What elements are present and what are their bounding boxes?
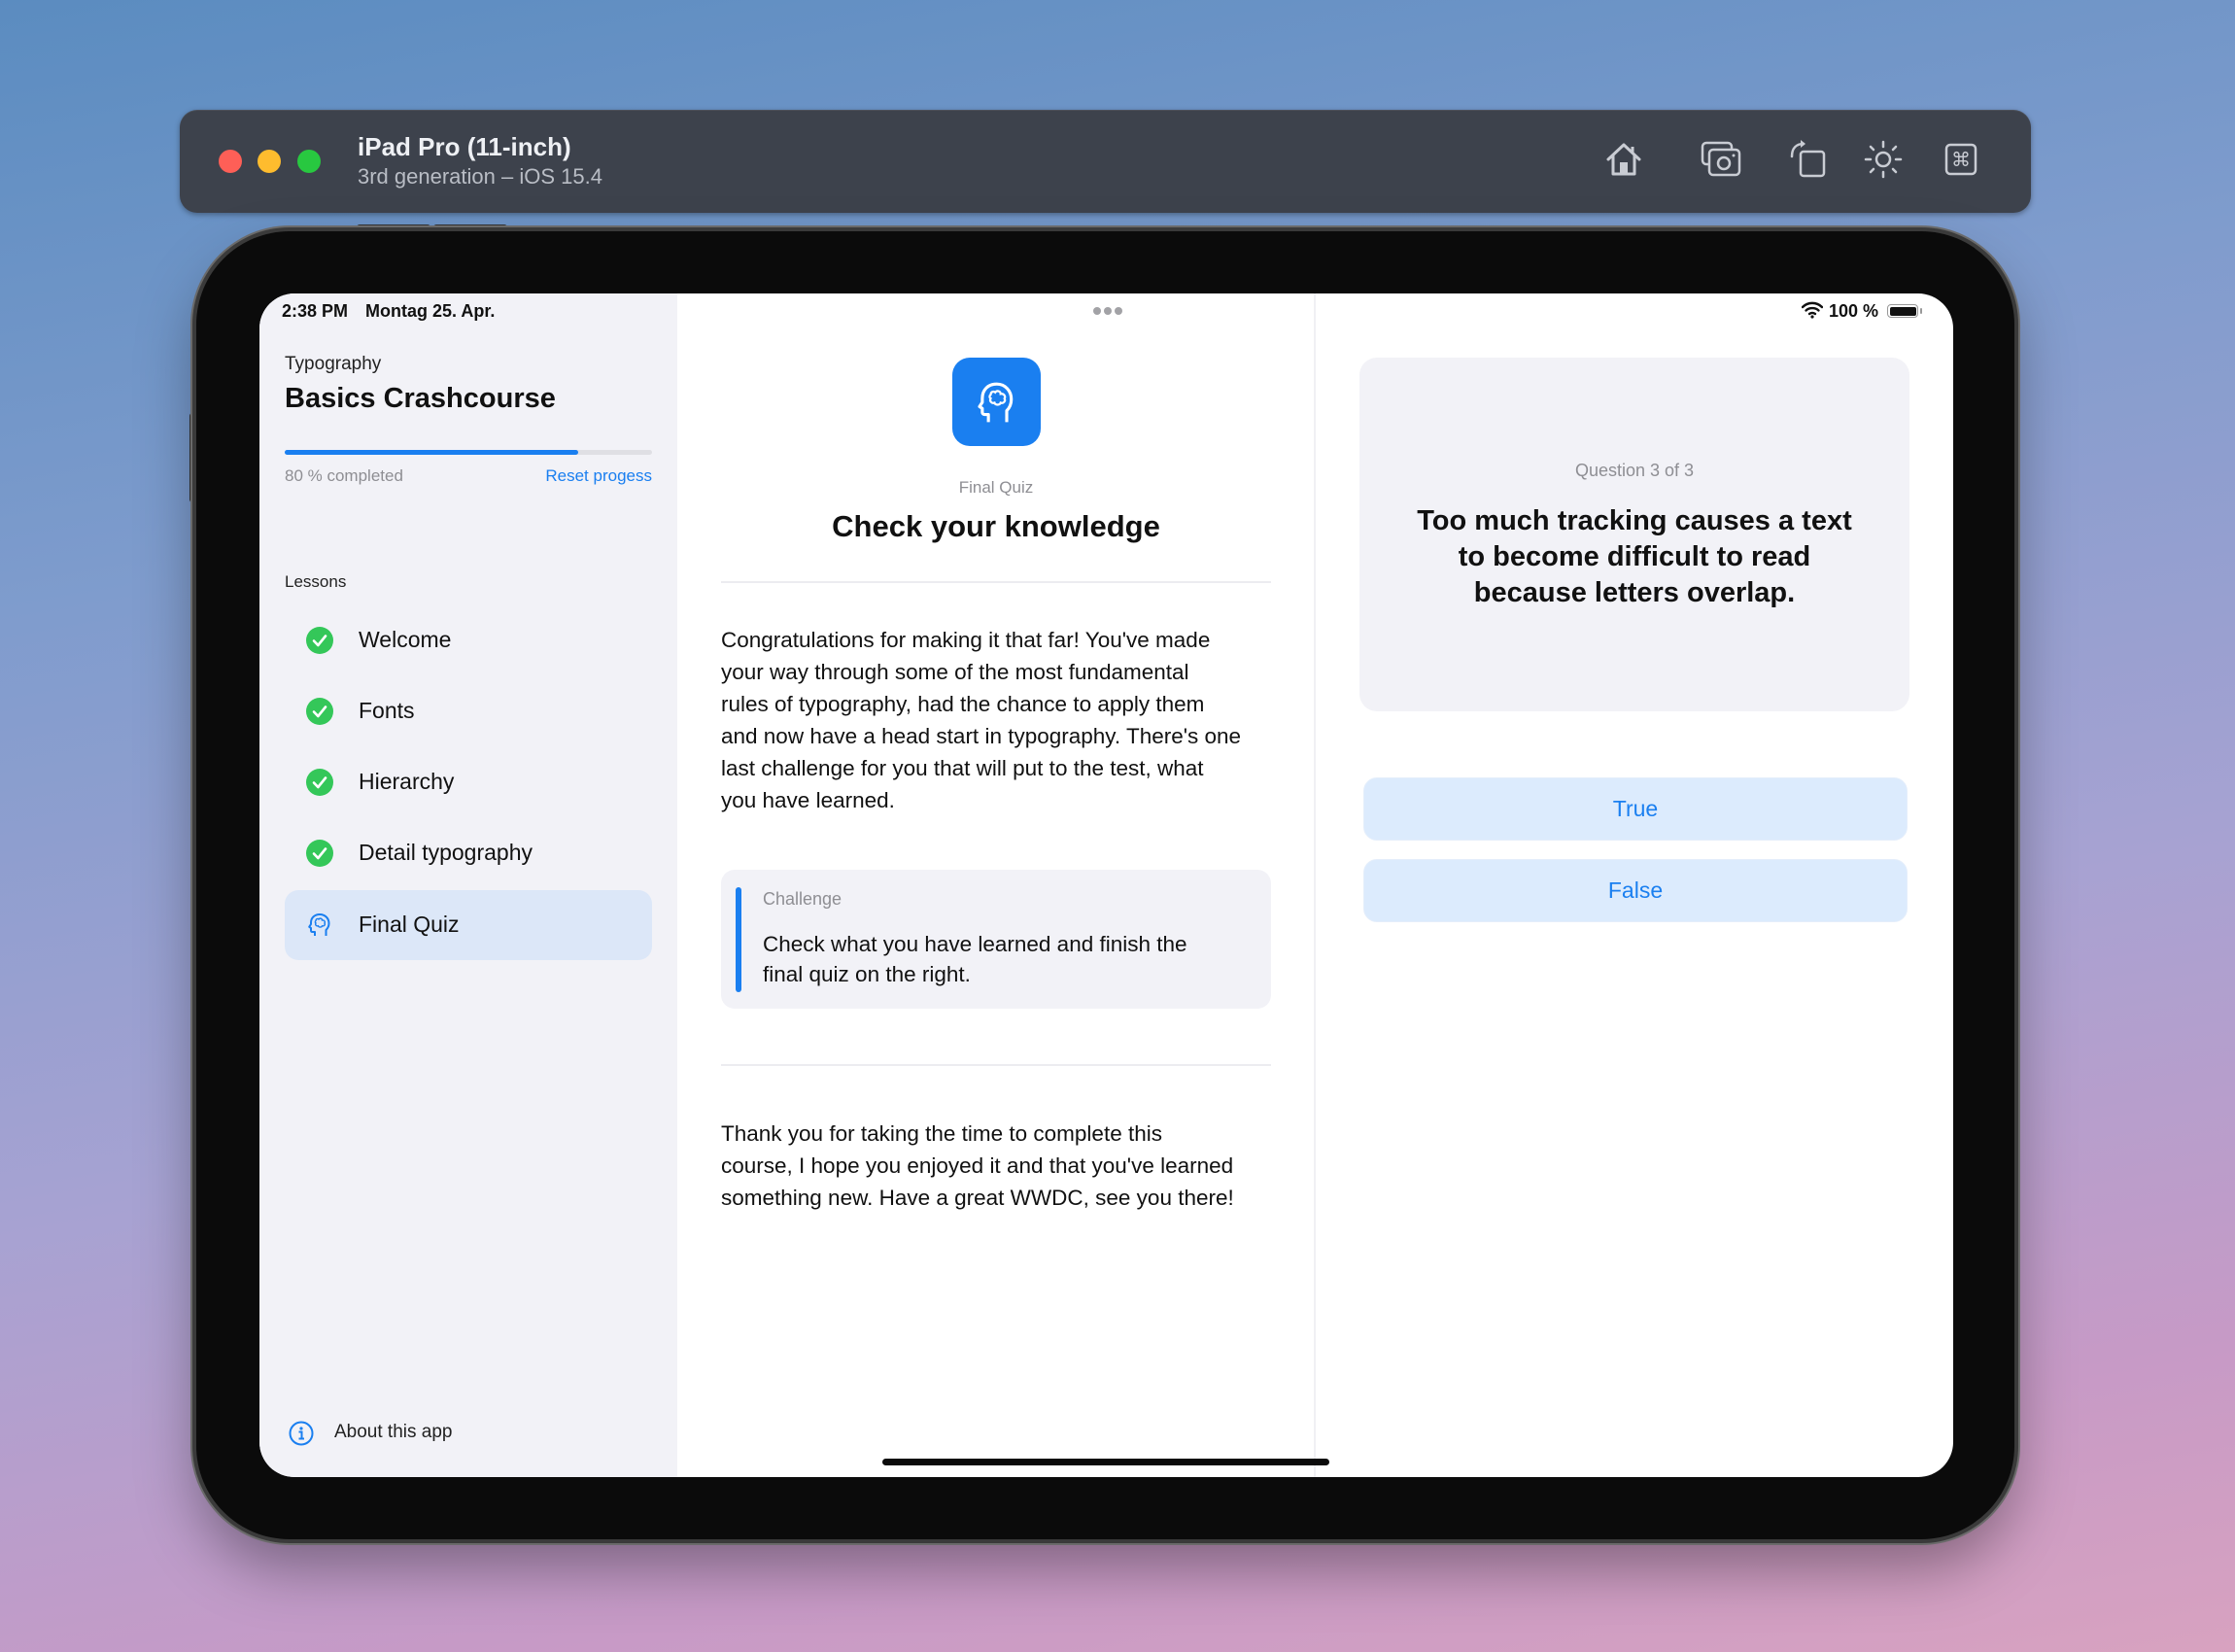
lesson-item-hierarchy[interactable]: Hierarchy <box>285 747 652 817</box>
answer-false-button[interactable]: False <box>1363 859 1908 922</box>
lesson-hero-icon <box>952 358 1041 446</box>
course-title: Basics Crashcourse <box>285 383 556 414</box>
rotate-button[interactable] <box>1786 138 1829 181</box>
text-line: last challenge for you that will put to … <box>721 756 1204 780</box>
lesson-item-detail-typography[interactable]: Detail typography <box>285 818 652 888</box>
zoom-window-button[interactable] <box>297 150 321 173</box>
column-divider <box>1314 293 1316 1477</box>
text-line: and now have a head start in typography.… <box>721 724 1242 748</box>
text-line: Congratulations for making it that far! … <box>721 628 1211 652</box>
command-icon: ⌘ <box>1944 143 1977 176</box>
wifi-icon <box>1802 301 1823 319</box>
svg-text:⌘: ⌘ <box>1951 148 1971 171</box>
reset-progress-link[interactable]: Reset progess <box>545 466 652 486</box>
challenge-callout: Challenge Check what you have learned an… <box>721 870 1271 1009</box>
text-line: your way through some of the most fundam… <box>721 660 1189 684</box>
about-app-label: About this app <box>334 1422 453 1442</box>
about-app-link[interactable]: About this app <box>289 1421 590 1446</box>
course-category: Typography <box>285 354 382 374</box>
question-card: Question 3 of 3 Too much tracking causes… <box>1359 358 1909 711</box>
screenshot-button[interactable] <box>1700 138 1742 181</box>
lesson-label: Hierarchy <box>359 769 455 794</box>
outro-paragraph: Thank you for taking the time to complet… <box>721 1118 1304 1214</box>
challenge-label: Challenge <box>763 889 842 909</box>
lesson-label: Fonts <box>359 698 415 723</box>
lesson-label: Welcome <box>359 627 452 652</box>
question-counter: Question 3 of 3 <box>1574 461 1695 480</box>
text-line: Too much tracking causes a text <box>1417 505 1852 536</box>
lesson-eyebrow: Final Quiz <box>958 478 1034 497</box>
callout-accent-bar <box>736 887 741 992</box>
minimize-window-button[interactable] <box>258 150 281 173</box>
intro-paragraph: Congratulations for making it that far! … <box>721 624 1304 816</box>
home-icon <box>1606 143 1641 176</box>
screenshot-icon <box>1701 141 1741 177</box>
home-button[interactable] <box>1602 138 1645 181</box>
status-right: 100 % <box>1802 299 1947 323</box>
multitasking-dots[interactable] <box>1093 307 1122 315</box>
lesson-label: Final Quiz <box>359 912 460 937</box>
lesson-label: Detail typography <box>359 840 533 865</box>
lesson-title: Check your knowledge <box>832 509 1160 543</box>
appearance-button[interactable] <box>1862 138 1905 181</box>
text-line: something new. Have a great WWDC, see yo… <box>721 1186 1234 1210</box>
section-divider <box>721 1064 1271 1066</box>
lesson-item-final-quiz[interactable]: Final Quiz <box>285 890 652 960</box>
progress-fill <box>285 450 579 455</box>
status-date: Montag 25. Apr. <box>365 301 496 321</box>
challenge-text: Check what you have learned and finish t… <box>763 929 1187 989</box>
keyboard-shortcut-button[interactable]: ⌘ <box>1940 138 1982 181</box>
battery-percent: 100 % <box>1829 301 1879 321</box>
lessons-header: Lessons <box>285 572 347 591</box>
info-circle-icon <box>289 1421 314 1446</box>
text-line: final quiz on the right. <box>763 962 971 986</box>
answer-true-button[interactable]: True <box>1363 777 1908 841</box>
question-text: Too much tracking causes a text to becom… <box>1359 503 1909 611</box>
brain-head-icon <box>308 913 330 936</box>
text-line: because letters overlap. <box>1473 577 1796 608</box>
checkmark-circle-icon <box>306 769 333 796</box>
close-window-button[interactable] <box>219 150 242 173</box>
progress-track <box>285 450 652 455</box>
brightness-icon <box>1864 140 1903 179</box>
checkmark-circle-icon <box>306 698 333 725</box>
text-line: Thank you for taking the time to complet… <box>721 1121 1162 1146</box>
rotate-icon <box>1790 140 1826 178</box>
lesson-item-fonts[interactable]: Fonts <box>285 676 652 746</box>
text-line: to become difficult to read <box>1458 541 1811 572</box>
brain-head-icon <box>978 382 1014 423</box>
status-time: 2:38 PM <box>282 301 349 321</box>
section-divider <box>721 581 1271 583</box>
sidebar: 2:38 PM Montag 25. Apr. Typography Basic… <box>259 293 677 1477</box>
battery-cap <box>1920 308 1922 314</box>
device-name: iPad Pro (11-inch) <box>358 132 571 161</box>
progress-label: 80 % completed <box>285 466 403 485</box>
lesson-item-welcome[interactable]: Welcome <box>285 605 652 675</box>
home-indicator[interactable] <box>882 1459 1329 1465</box>
ipad-screen: 2:38 PM Montag 25. Apr. Typography Basic… <box>259 293 1953 1477</box>
checkmark-circle-icon <box>306 840 333 867</box>
device-os: 3rd generation – iOS 15.4 <box>358 164 602 189</box>
battery-icon <box>1887 304 1918 318</box>
text-line: you have learned. <box>721 788 895 812</box>
text-line: Check what you have learned and finish t… <box>763 932 1187 956</box>
text-line: rules of typography, had the chance to a… <box>721 692 1205 716</box>
text-line: course, I hope you enjoyed it and that y… <box>721 1153 1234 1178</box>
checkmark-circle-icon <box>306 627 333 654</box>
